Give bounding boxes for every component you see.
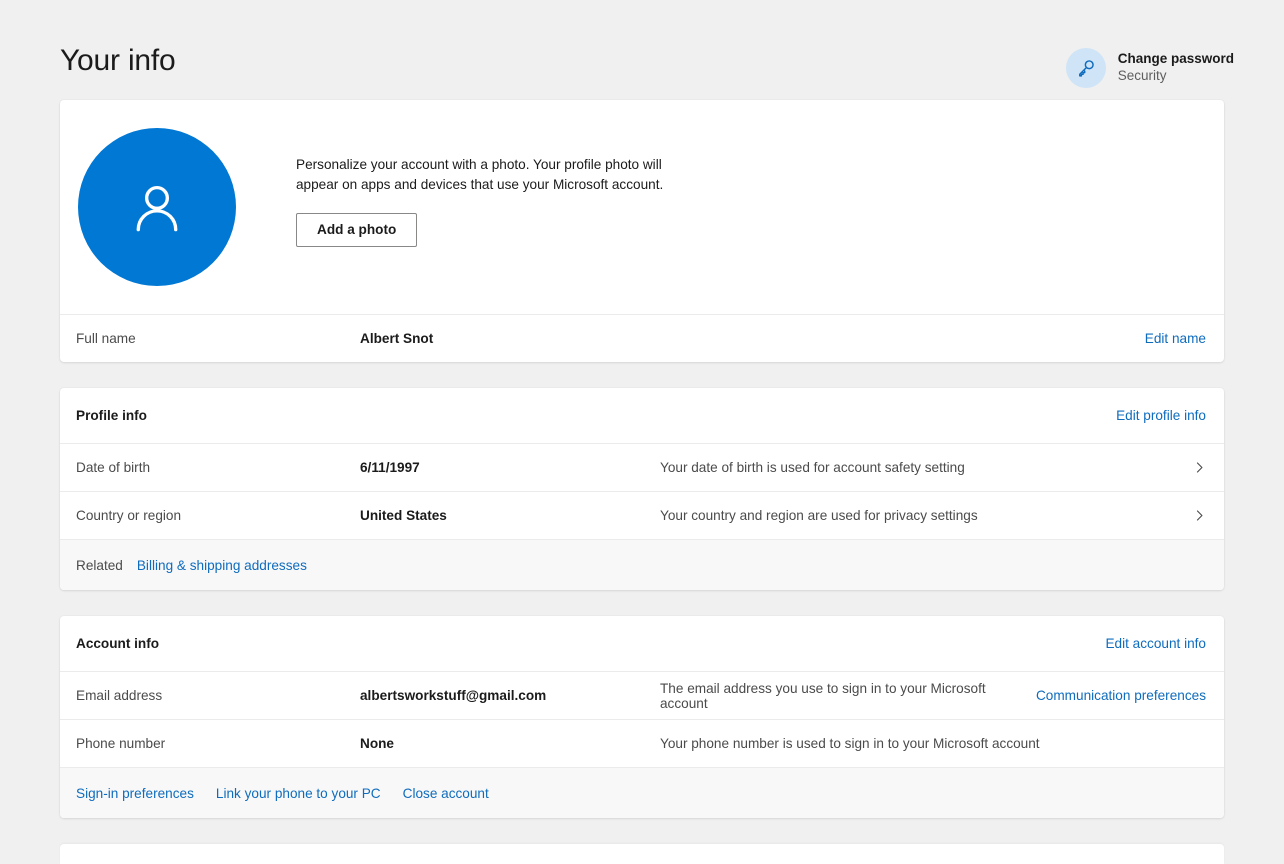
next-card-partial (60, 844, 1224, 864)
email-address-label: Email address (76, 688, 163, 703)
communication-preferences-link[interactable]: Communication preferences (1036, 688, 1206, 703)
change-password-text: Change password Security (1118, 51, 1234, 85)
edit-account-info-link[interactable]: Edit account info (1105, 636, 1206, 651)
email-address-row: Email address albertsworkstuff@gmail.com… (60, 671, 1224, 719)
page-title: Your info (60, 44, 176, 77)
chevron-right-icon (1186, 461, 1206, 474)
country-or-region-description: Your country and region are used for pri… (660, 508, 978, 523)
your-info-page: Your info Change password Security Perso… (0, 0, 1284, 864)
phone-number-row: Phone number None Your phone number is u… (60, 719, 1224, 767)
edit-name-link[interactable]: Edit name (1145, 331, 1206, 346)
add-photo-button[interactable]: Add a photo (296, 213, 418, 247)
email-address-value: albertsworkstuff@gmail.com (360, 688, 547, 703)
change-password-title: Change password (1117, 51, 1234, 67)
country-or-region-label: Country or region (76, 508, 182, 523)
phone-number-value: None (360, 736, 394, 751)
profile-info-card: Profile info Edit profile info Date of b… (60, 388, 1224, 590)
phone-number-label: Phone number (76, 736, 166, 751)
photo-description: Personalize your account with a photo. Y… (296, 157, 664, 192)
close-account-link[interactable]: Close account (403, 786, 489, 801)
sign-in-preferences-link[interactable]: Sign-in preferences (76, 786, 194, 801)
billing-shipping-addresses-link[interactable]: Billing & shipping addresses (137, 558, 307, 573)
country-or-region-value: United States (360, 508, 447, 523)
chevron-right-icon (1186, 509, 1206, 522)
account-info-title: Account info (76, 636, 160, 651)
profile-info-title: Profile info (76, 408, 147, 423)
country-or-region-row[interactable]: Country or region United States Your cou… (60, 491, 1224, 539)
email-address-description: The email address you use to sign in to … (660, 680, 986, 711)
date-of-birth-description: Your date of birth is used for account s… (660, 460, 965, 475)
date-of-birth-label: Date of birth (76, 460, 151, 475)
change-password-shortcut[interactable]: Change password Security (1065, 48, 1234, 88)
date-of-birth-row[interactable]: Date of birth 6/11/1997 Your date of bir… (60, 443, 1224, 491)
account-footer-links: Sign-in preferences Link your phone to y… (76, 786, 489, 801)
page-header: Your info Change password Security (40, 0, 1244, 100)
account-info-card: Account info Edit account info Email add… (60, 616, 1224, 818)
profile-info-footer: Related Billing & shipping addresses (60, 539, 1224, 590)
person-icon (136, 185, 178, 232)
link-phone-to-pc-link[interactable]: Link your phone to your PC (216, 786, 381, 801)
edit-profile-info-link[interactable]: Edit profile info (1116, 408, 1206, 423)
related-label: Related (76, 557, 123, 573)
avatar (78, 128, 236, 286)
change-password-subtitle: Security (1117, 68, 1167, 83)
date-of-birth-value: 6/11/1997 (360, 460, 420, 475)
profile-photo-card: Personalize your account with a photo. Y… (60, 100, 1224, 362)
account-info-footer: Sign-in preferences Link your phone to y… (60, 767, 1224, 818)
full-name-label: Full name (76, 331, 136, 346)
photo-block: Personalize your account with a photo. Y… (60, 100, 1224, 314)
key-icon (1065, 48, 1106, 88)
photo-text-block: Personalize your account with a photo. Y… (296, 155, 666, 247)
profile-info-header: Profile info Edit profile info (60, 388, 1224, 443)
full-name-value: Albert Snot (360, 331, 434, 346)
account-info-header: Account info Edit account info (60, 616, 1224, 671)
full-name-row: Full name Albert Snot Edit name (60, 314, 1224, 362)
phone-number-description: Your phone number is used to sign in to … (660, 736, 1040, 751)
